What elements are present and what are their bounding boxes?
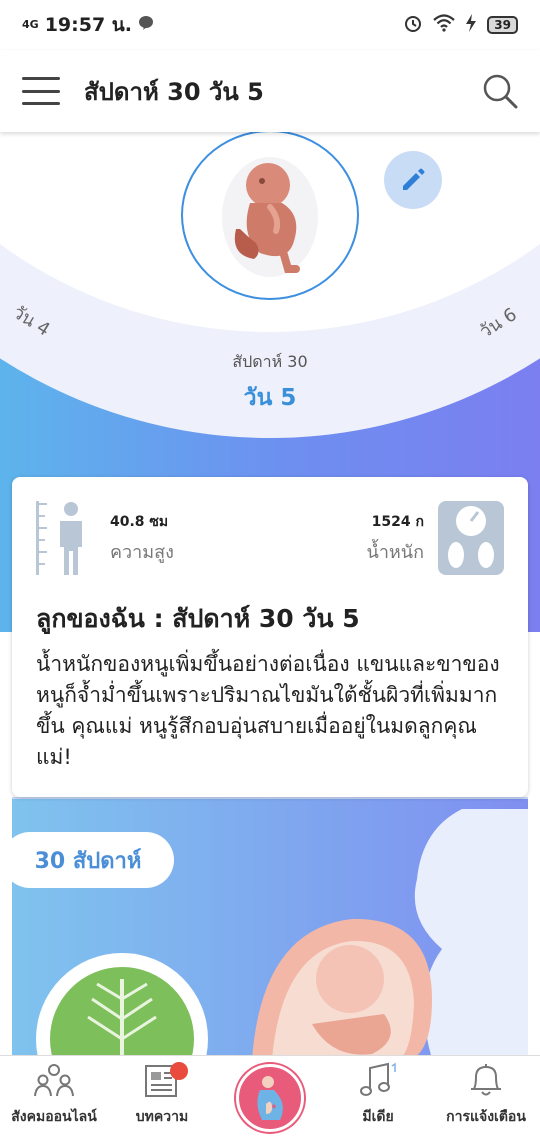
week-label: สัปดาห์ 30 xyxy=(232,352,308,371)
current-day-label: วัน 5 xyxy=(243,385,297,411)
height-metric: 40.8 ซม ความสูง xyxy=(36,501,174,575)
weight-metric: 1524 ก น้ำหนัก xyxy=(367,501,504,575)
nav-label-notifications: การแจ้งเตือน xyxy=(446,1109,526,1125)
pregnancy-home-button[interactable] xyxy=(236,1064,304,1132)
scale-icon xyxy=(438,501,504,575)
community-icon xyxy=(32,1060,76,1100)
alarm-icon xyxy=(403,13,423,38)
card-title: ลูกของฉัน : สัปดาห์ 30 วัน 5 xyxy=(36,604,360,633)
pencil-icon xyxy=(403,168,425,190)
nav-label-media: มีเดีย xyxy=(362,1109,394,1125)
pregnancy-icon xyxy=(257,1076,283,1120)
charging-icon xyxy=(465,13,477,37)
page-title: สัปดาห์ 30 วัน 5 xyxy=(84,77,264,106)
app-bar: สัปดาห์ 30 วัน 5 xyxy=(0,50,540,132)
week-tag: 30 สัปดาห์ xyxy=(12,832,174,888)
line-chat-icon xyxy=(138,14,154,36)
weight-label: น้ำหนัก xyxy=(366,542,424,563)
bell-icon xyxy=(464,1060,508,1100)
notification-badge xyxy=(170,1062,188,1080)
music-icon xyxy=(356,1060,400,1100)
fetus-illustration xyxy=(222,157,318,277)
nav-item-notifications[interactable]: การแจ้งเตือน xyxy=(432,1056,540,1140)
nav-item-community[interactable]: สังคมออนไลน์ xyxy=(0,1056,108,1140)
nav-label-community: สังคมออนไลน์ xyxy=(11,1109,97,1125)
battery-indicator: 39 xyxy=(487,16,518,34)
nav-item-home[interactable] xyxy=(216,1056,324,1140)
fetus-image[interactable] xyxy=(181,132,359,300)
height-label: ความสูง xyxy=(110,542,174,563)
bottom-navigation: สังคมออนไลน์ บทความ มีเดีย การแจ้งเตือน xyxy=(0,1055,540,1140)
nav-label-articles: บทความ xyxy=(135,1109,189,1125)
week-illustration: 30 สัปดาห์ xyxy=(12,797,528,1057)
network-indicator: 4G xyxy=(22,18,39,31)
nav-item-articles[interactable]: บทความ xyxy=(108,1056,216,1140)
menu-icon-line xyxy=(22,102,60,105)
menu-icon-line xyxy=(22,89,60,93)
status-bar: 4G 19:57 น. 39 xyxy=(0,0,540,50)
weight-value: 1524 ก xyxy=(371,514,424,530)
height-ruler-icon xyxy=(36,501,82,575)
search-icon xyxy=(483,74,518,109)
menu-icon-line xyxy=(22,77,60,80)
baby-info-card: 40.8 ซม ความสูง 1524 ก น้ำหนัก ลูกของฉัน… xyxy=(12,477,528,797)
nav-item-media[interactable]: มีเดีย xyxy=(324,1056,432,1140)
wifi-icon xyxy=(433,13,456,37)
menu-button[interactable] xyxy=(22,77,60,105)
search-button[interactable] xyxy=(482,73,518,109)
edit-button[interactable] xyxy=(384,151,442,209)
card-description: น้ำหนักของหนูเพิ่มขึ้นอย่างต่อเนื่อง แขน… xyxy=(36,652,500,769)
status-time: 19:57 น. xyxy=(44,14,132,36)
height-value: 40.8 ซม xyxy=(110,514,169,530)
